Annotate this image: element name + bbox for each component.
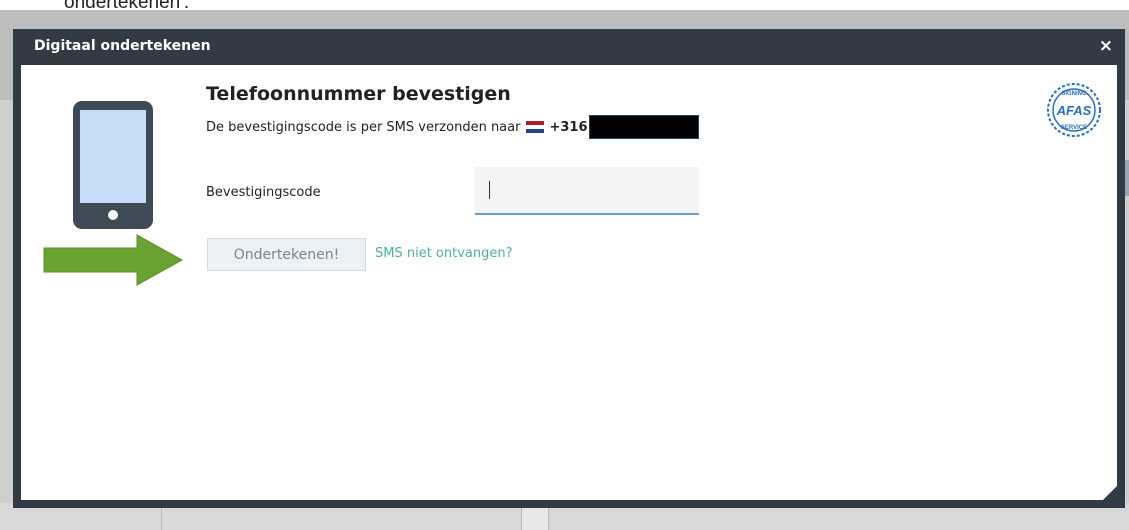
svg-text:SERVICE: SERVICE [1061,125,1087,131]
sign-button[interactable]: Ondertekenen! [207,238,366,271]
afas-signing-service-badge-icon: SIGNING AFAS SERVICE [1047,83,1101,137]
resize-handle[interactable] [1103,486,1117,500]
sms-not-received-link[interactable]: SMS niet ontvangen? [375,246,513,261]
confirmation-code-input[interactable] [475,167,699,215]
sms-sent-text: De bevestigingscode is per SMS verzonden… [206,119,521,135]
netherlands-flag-icon [526,121,545,133]
dialog-title: Digitaal ondertekenen [34,38,211,54]
smartphone-icon [73,101,153,229]
confirmation-code-label: Bevestigingscode [206,185,321,200]
text-cursor [489,181,490,199]
close-icon[interactable]: × [1099,36,1113,56]
redacted-phone-number [588,115,699,139]
dialog-content: Telefoonnummer bevestigen De bevestiging… [21,65,1117,500]
sms-sent-notice: De bevestigingscode is per SMS verzonden… [206,115,699,139]
page-title: Telefoonnummer bevestigen [206,83,511,105]
dialog-titlebar: Digitaal ondertekenen × [13,29,1125,65]
phone-number-prefix: +316 [549,119,588,135]
svg-text:SIGNING: SIGNING [1061,91,1087,97]
svg-text:AFAS: AFAS [1056,103,1092,118]
green-arrow-icon [43,234,183,286]
signing-dialog: Digitaal ondertekenen × Telefoonnummer b… [13,29,1125,508]
